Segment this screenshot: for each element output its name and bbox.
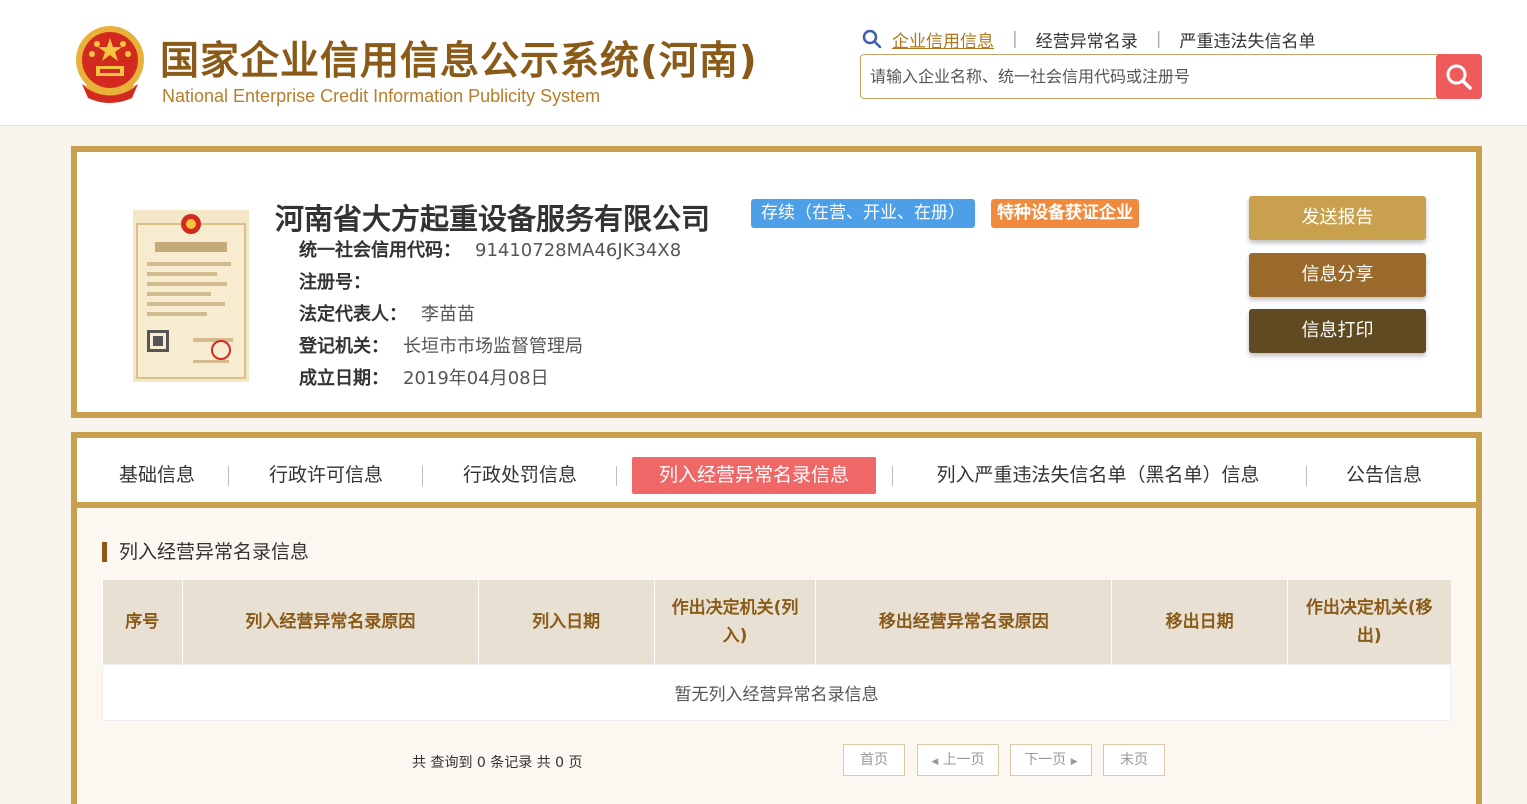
column-header: 序号 (102, 580, 183, 664)
registration-number-label: 注册号： (299, 272, 371, 293)
column-header: 作出决定机关(移出) (1287, 580, 1451, 664)
company-info-card: 河南省大方起重设备服务有限公司 存续（在营、开业、在册） 特种设备获证企业 统一… (71, 146, 1482, 418)
send-report-button[interactable]: 发送报告 (1249, 196, 1426, 240)
tabs-bar: 基础信息 行政许可信息 行政处罚信息 列入经营异常名录信息 列入严重违法失信名单… (77, 438, 1476, 508)
status-badge: 存续（在营、开业、在册） (751, 199, 975, 228)
next-page-button[interactable]: 下一页 ▶ (1010, 744, 1092, 776)
site-header: 国家企业信用信息公示系统(河南) National Enterprise Cre… (0, 0, 1527, 126)
tab-basic-info[interactable]: 基础信息 (101, 457, 213, 494)
print-info-button[interactable]: 信息打印 (1249, 309, 1426, 353)
empty-table-message: 暂无列入经营异常名录信息 (102, 663, 1451, 721)
establishment-date-row: 成立日期： 2019年04月08日 (299, 364, 549, 390)
nav-enterprise-credit-info[interactable]: 企业信用信息 (892, 27, 994, 52)
tab-separator (1306, 466, 1307, 486)
credit-code-value: 91410728MA46JK34X8 (475, 240, 682, 261)
table-header-row: 序号 列入经营异常名录原因 列入日期 作出决定机关(列入) 移出经营异常名录原因… (102, 580, 1451, 664)
site-title: 国家企业信用信息公示系统(河南) (160, 39, 758, 84)
first-page-button[interactable]: 首页 (843, 744, 905, 776)
column-header: 列入日期 (478, 580, 655, 664)
top-nav: 企业信用信息 | 经营异常名录 | 严重违法失信名单 (862, 27, 1315, 52)
tab-content: 列入经营异常名录信息 序号 列入经营异常名录原因 列入日期 作出决定机关(列入)… (77, 508, 1476, 804)
business-license-image[interactable] (133, 210, 249, 382)
national-emblem-icon (76, 26, 144, 103)
tab-abnormal-operation[interactable]: 列入经营异常名录信息 (632, 457, 876, 494)
nav-serious-violation-list[interactable]: 严重违法失信名单 (1179, 27, 1315, 52)
column-header: 列入经营异常名录原因 (182, 580, 479, 664)
column-header: 作出决定机关(列入) (654, 580, 817, 664)
search-icon (862, 29, 882, 49)
establishment-date-value: 2019年04月08日 (403, 368, 549, 389)
prev-page-label: 上一页 (942, 752, 985, 768)
registration-number-row: 注册号： (299, 268, 385, 294)
share-info-button[interactable]: 信息分享 (1249, 253, 1426, 297)
last-page-button[interactable]: 末页 (1103, 744, 1165, 776)
establishment-date-label: 成立日期： (299, 368, 389, 389)
prev-page-button[interactable]: ◀ 上一页 (917, 744, 999, 776)
special-equipment-badge: 特种设备获证企业 (991, 199, 1139, 228)
search-box (860, 54, 1482, 99)
registration-authority-label: 登记机关： (299, 336, 389, 357)
tab-separator (616, 466, 617, 486)
next-page-label: 下一页 (1024, 752, 1067, 768)
nav-separator: | (1012, 29, 1018, 49)
tab-administrative-license[interactable]: 行政许可信息 (261, 457, 391, 494)
company-name: 河南省大方起重设备服务有限公司 (275, 202, 711, 236)
legal-representative-value: 李苗苗 (421, 304, 475, 325)
column-header: 移出经营异常名录原因 (815, 580, 1113, 664)
search-icon (1446, 64, 1472, 90)
abnormal-operation-table: 序号 列入经营异常名录原因 列入日期 作出决定机关(列入) 移出经营异常名录原因… (102, 580, 1451, 721)
tab-announcements[interactable]: 公告信息 (1337, 457, 1431, 494)
legal-representative-label: 法定代表人： (299, 304, 407, 325)
column-header: 移出日期 (1111, 580, 1289, 664)
section-title: 列入经营异常名录信息 (102, 542, 309, 562)
credit-code-row: 统一社会信用代码： 91410728MA46JK34X8 (299, 236, 681, 262)
chevron-right-icon: ▶ (1070, 757, 1078, 767)
credit-code-label: 统一社会信用代码： (299, 240, 461, 261)
site-subtitle: National Enterprise Credit Information P… (162, 86, 601, 106)
info-tabs-panel: 基础信息 行政许可信息 行政处罚信息 列入经营异常名录信息 列入严重违法失信名单… (71, 432, 1482, 804)
registration-authority-row: 登记机关： 长垣市市场监督管理局 (299, 332, 583, 358)
tab-separator (422, 466, 423, 486)
tab-separator (892, 466, 893, 486)
chevron-left-icon: ◀ (931, 757, 939, 767)
pager-summary: 共 查询到 0 条记录 共 0 页 (412, 755, 583, 771)
search-input[interactable] (861, 55, 1435, 98)
tab-serious-violation-blacklist[interactable]: 列入严重违法失信名单（黑名单）信息 (923, 457, 1273, 494)
legal-representative-row: 法定代表人： 李苗苗 (299, 300, 475, 326)
tab-separator (228, 466, 229, 486)
table-row: 暂无列入经营异常名录信息 (102, 663, 1451, 721)
nav-separator: | (1155, 29, 1162, 49)
tab-administrative-penalty[interactable]: 行政处罚信息 (455, 457, 585, 494)
nav-abnormal-operation-list[interactable]: 经营异常名录 (1036, 27, 1138, 52)
search-button[interactable] (1436, 54, 1482, 99)
registration-authority-value: 长垣市市场监督管理局 (403, 336, 583, 357)
